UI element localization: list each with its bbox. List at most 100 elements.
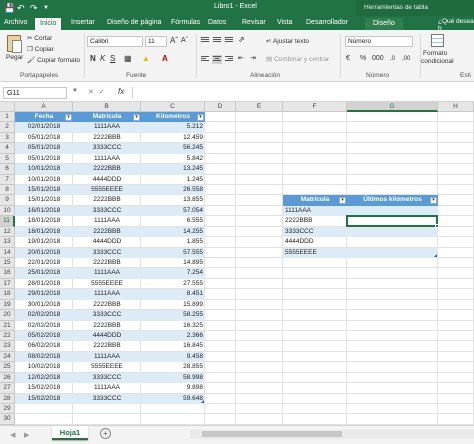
number-format-combo[interactable]: Número [345,36,413,47]
column-header[interactable]: A [15,102,73,112]
table1-cell[interactable]: 1111AAA [73,122,141,133]
row-header[interactable]: 10 [0,205,15,217]
table1-cell[interactable]: 3333CCC [73,247,141,258]
row-header[interactable]: 26 [0,372,15,384]
table2-cell[interactable]: 2222BBB [283,216,347,226]
row-header[interactable]: 19 [0,299,15,311]
table1-cell[interactable]: 1.245 [141,175,205,185]
table1-cell[interactable]: 02/02/2018 [15,310,73,321]
table1-cell[interactable]: 5555EEEE [73,279,141,289]
customize-toolbar-icon[interactable]: ▼ [43,2,49,14]
table1-cell[interactable]: 10/01/2018 [15,175,73,185]
table1-cell[interactable]: 2222BBB [73,164,141,175]
percent-icon[interactable]: % [360,54,366,64]
decrease-decimal-icon[interactable]: ,00 [402,54,410,64]
row-header[interactable]: 27 [0,383,15,394]
table1-cell[interactable]: 2222BBB [73,133,141,143]
table1-cell[interactable]: 15/02/2018 [15,383,73,393]
table1-cell[interactable]: 56.245 [141,143,205,154]
table1-cell[interactable]: 5555EEEE [73,185,141,196]
table1-cell[interactable]: 18/01/2018 [15,216,73,226]
row-header[interactable]: 20 [0,310,15,321]
increase-indent-icon[interactable]: ⇥ [250,54,256,64]
save-icon[interactable]: 💾 [4,2,15,14]
table1-cell[interactable]: 10/01/2018 [15,164,73,175]
tab-diseno-tabla[interactable]: Diseño [365,18,403,30]
formula-actions-icon[interactable]: ✕✓ [88,88,110,96]
table1-cell[interactable]: 02/02/2018 [15,321,73,331]
filter-dropdown-icon[interactable]: ▾ [133,113,140,121]
table1-cell[interactable]: 58.255 [141,310,205,321]
prev-sheet-icon[interactable]: ◀ [10,431,15,439]
table1-header[interactable]: Matrícula [73,112,141,123]
align-left-icon[interactable] [200,55,210,64]
decrease-indent-icon[interactable]: ⇤ [238,54,244,64]
table1-cell[interactable]: 5555EEEE [73,362,141,372]
table2-cell[interactable]: 3333CCC [283,226,347,238]
column-header[interactable]: F [283,102,347,112]
row-header[interactable]: 28 [0,393,15,405]
align-bottom-icon[interactable] [224,36,234,45]
worksheet-grid[interactable]: A B C D E F G H 1 2 3 4 5 6 7 8 9 10 11 12 13 14 15 16 17 18 19 20 2… [0,102,474,425]
table1-header[interactable]: Kilometros [141,112,205,123]
table1-cell[interactable]: 28.855 [141,362,205,372]
table1-cell[interactable]: 2222BBB [73,258,141,268]
row-header[interactable]: 15 [0,258,15,269]
conditional-format-button[interactable]: Formato [423,50,447,57]
table1-cell[interactable]: 16.325 [141,321,205,331]
undo-icon[interactable]: ↶ [17,2,25,14]
table1-cell[interactable]: 18/01/2018 [15,226,73,238]
tab-insertar[interactable]: Insertar [71,18,95,28]
underline-icon[interactable]: S [110,54,115,64]
table1-cell[interactable]: 05/01/2018 [15,154,73,164]
row-header[interactable]: 3 [0,132,15,144]
table1-cell[interactable]: 05/01/2018 [15,143,73,154]
table1-cell[interactable]: 15.899 [141,300,205,310]
format-painter-button[interactable]: 🖌 Copiar formato [27,56,80,64]
horizontal-scrollbar[interactable] [190,430,474,439]
table1-cell[interactable]: 5.212 [141,122,205,133]
filter-dropdown-icon[interactable]: ▾ [65,113,72,121]
tab-revisar[interactable]: Revisar [242,18,266,28]
wrap-text-button[interactable]: ↵ Ajustar texto [266,37,309,45]
table1-cell[interactable]: 30/01/2018 [15,300,73,310]
table1-cell[interactable]: 1111AAA [73,289,141,300]
table1-cell[interactable]: 13.855 [141,195,205,205]
table1-cell[interactable]: 16.845 [141,341,205,351]
fill-color-icon[interactable]: ▲ [142,54,150,64]
row-header[interactable]: 7 [0,174,15,185]
align-middle-icon[interactable] [212,36,222,45]
select-all-corner[interactable] [0,102,15,112]
table1-cell[interactable]: 06/02/2018 [15,341,73,351]
table1-cell[interactable]: 1111AAA [73,216,141,226]
sheet-tab-hoja1[interactable]: Hoja1 [52,426,88,440]
table1-cell[interactable]: 4444DDD [73,175,141,185]
table1-cell[interactable]: 2222BBB [73,195,141,205]
table1-cell[interactable]: 2222BBB [73,341,141,351]
active-cell-selection[interactable] [346,215,438,227]
table1-cell[interactable]: 19/01/2018 [15,237,73,247]
italic-icon[interactable]: K [100,54,105,64]
column-header[interactable]: H [438,102,474,112]
row-header[interactable]: 2 [0,122,15,133]
table1-cell[interactable]: 3333CCC [73,393,141,405]
table1-cell[interactable]: 27.555 [141,279,205,289]
row-header[interactable]: 30 [0,414,15,425]
row-header[interactable]: 16 [0,268,15,279]
table1-cell[interactable]: 4444DDD [73,331,141,342]
table1-cell[interactable]: 05/01/2018 [15,133,73,143]
table2-cell[interactable]: 4444DDD [283,237,347,247]
column-header[interactable]: C [141,102,205,112]
table1-cell[interactable]: 14.255 [141,226,205,238]
table1-cell[interactable]: 25/01/2018 [15,268,73,279]
table1-cell[interactable]: 1.855 [141,237,205,247]
table1-cell[interactable]: 1111AAA [73,351,141,363]
table1-cell[interactable]: 2222BBB [73,321,141,331]
thousands-icon[interactable]: 000 [372,54,384,64]
row-header[interactable]: 4 [0,143,15,154]
table-resize-handle[interactable] [201,400,204,404]
font-name-combo[interactable]: Calibri [87,36,143,47]
table1-cell[interactable]: 29/01/2018 [15,289,73,300]
row-header[interactable]: 1 [0,112,15,123]
tab-formulas[interactable]: Fórmulas [171,18,200,28]
